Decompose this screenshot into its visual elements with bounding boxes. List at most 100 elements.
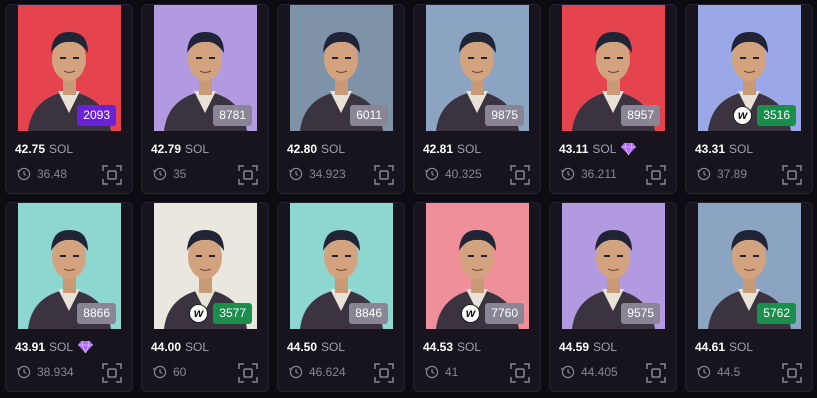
last-sale-icon xyxy=(289,365,303,379)
price: 44.00 SOL xyxy=(151,340,209,354)
price-currency: SOL xyxy=(592,142,617,156)
nft-card[interactable]: 8957 43.11 SOL 36.211 xyxy=(549,4,677,194)
nft-image[interactable]: 8846 xyxy=(290,203,393,329)
nft-card[interactable]: 8781 42.79 SOL 35 xyxy=(141,4,269,194)
nft-image[interactable]: 8957 xyxy=(562,5,665,131)
price: 43.11 SOL xyxy=(559,142,637,156)
token-number-badge: 8781 xyxy=(213,105,252,126)
last-sale: 36.48 xyxy=(17,167,67,181)
price-value: 42.79 xyxy=(151,142,182,156)
price-value: 42.81 xyxy=(423,142,454,156)
token-number-badge: 8846 xyxy=(349,303,388,324)
nft-card[interactable]: 8846 44.50 SOL 46.624 xyxy=(277,202,405,392)
last-sale: 37.89 xyxy=(697,167,747,181)
last-sale-icon xyxy=(425,167,439,181)
wallet-badge-icon: w xyxy=(733,106,752,125)
last-sale: 60 xyxy=(153,365,186,379)
token-number-badge: 5762 xyxy=(757,303,796,324)
last-sale-value: 36.48 xyxy=(37,167,68,181)
last-sale-value: 60 xyxy=(173,365,187,379)
nft-card[interactable]: 9575 44.59 SOL 44.405 xyxy=(549,202,677,392)
price-value: 44.50 xyxy=(287,340,318,354)
price: 42.80 SOL xyxy=(287,142,345,156)
scan-icon[interactable] xyxy=(646,165,666,185)
nft-card[interactable]: 9875 42.81 SOL 40.325 xyxy=(413,4,541,194)
nft-card[interactable]: w 7760 44.53 SOL 41 xyxy=(413,202,541,392)
price-currency: SOL xyxy=(321,340,346,354)
scan-icon[interactable] xyxy=(510,165,530,185)
last-sale-icon xyxy=(289,167,303,181)
last-sale-value: 34.923 xyxy=(309,167,346,181)
token-number-badge: 9575 xyxy=(621,303,660,324)
nft-image[interactable]: 8781 xyxy=(154,5,257,131)
last-sale: 46.624 xyxy=(289,365,346,379)
nft-image[interactable]: w 3516 xyxy=(698,5,801,131)
last-sale-value: 37.89 xyxy=(717,167,748,181)
price-currency: SOL xyxy=(457,340,482,354)
token-number-badge: 8957 xyxy=(621,105,660,126)
price-value: 42.80 xyxy=(287,142,318,156)
scan-icon[interactable] xyxy=(782,165,802,185)
price-value: 43.91 xyxy=(15,340,46,354)
nft-card[interactable]: 6011 42.80 SOL 34.923 xyxy=(277,4,405,194)
price-currency: SOL xyxy=(457,142,482,156)
nft-card[interactable]: 8866 43.91 SOL 38.934 xyxy=(5,202,133,392)
nft-image[interactable]: 6011 xyxy=(290,5,393,131)
last-sale: 44.5 xyxy=(697,365,740,379)
nft-card[interactable]: 5762 44.61 SOL 44.5 xyxy=(685,202,813,392)
price: 42.75 SOL xyxy=(15,142,73,156)
price-currency: SOL xyxy=(729,340,754,354)
price-value: 44.00 xyxy=(151,340,182,354)
price-currency: SOL xyxy=(593,340,618,354)
last-sale: 38.934 xyxy=(17,365,74,379)
last-sale-icon xyxy=(153,365,167,379)
price-value: 44.59 xyxy=(559,340,590,354)
nft-image[interactable]: 9575 xyxy=(562,203,665,329)
token-number-badge: 3577 xyxy=(213,303,252,324)
last-sale-icon xyxy=(697,167,711,181)
nft-image[interactable]: 9875 xyxy=(426,5,529,131)
nft-image[interactable]: 2093 xyxy=(18,5,121,131)
last-sale: 41 xyxy=(425,365,458,379)
scan-icon[interactable] xyxy=(646,363,666,383)
last-sale: 35 xyxy=(153,167,186,181)
nft-image[interactable]: w 7760 xyxy=(426,203,529,329)
token-number-badge: 6011 xyxy=(350,105,388,126)
scan-icon[interactable] xyxy=(102,363,122,383)
price-currency: SOL xyxy=(185,340,210,354)
price-currency: SOL xyxy=(49,340,74,354)
nft-card[interactable]: 2093 42.75 SOL 36.48 xyxy=(5,4,133,194)
last-sale-icon xyxy=(425,365,439,379)
nft-image[interactable]: 8866 xyxy=(18,203,121,329)
last-sale: 40.325 xyxy=(425,167,482,181)
scan-icon[interactable] xyxy=(374,363,394,383)
last-sale-icon xyxy=(561,365,575,379)
token-number-badge: 9875 xyxy=(485,105,524,126)
nft-image[interactable]: w 3577 xyxy=(154,203,257,329)
token-number-badge: 2093 xyxy=(77,105,116,126)
last-sale-value: 40.325 xyxy=(445,167,482,181)
scan-icon[interactable] xyxy=(238,363,258,383)
last-sale-value: 38.934 xyxy=(37,365,74,379)
scan-icon[interactable] xyxy=(102,165,122,185)
last-sale-value: 41 xyxy=(445,365,459,379)
last-sale-value: 36.211 xyxy=(581,167,617,181)
price-value: 43.11 xyxy=(559,142,589,156)
token-number-badge: 3516 xyxy=(757,105,796,126)
last-sale-icon xyxy=(697,365,711,379)
nft-image[interactable]: 5762 xyxy=(698,203,801,329)
price: 42.81 SOL xyxy=(423,142,481,156)
scan-icon[interactable] xyxy=(374,165,394,185)
last-sale: 44.405 xyxy=(561,365,618,379)
nft-card[interactable]: w 3577 44.00 SOL 60 xyxy=(141,202,269,392)
scan-icon[interactable] xyxy=(238,165,258,185)
scan-icon[interactable] xyxy=(510,363,530,383)
last-sale-icon xyxy=(17,365,31,379)
token-number-badge: 7760 xyxy=(485,303,524,324)
nft-card[interactable]: w 3516 43.31 SOL 37.89 xyxy=(685,4,813,194)
scan-icon[interactable] xyxy=(782,363,802,383)
price-value: 43.31 xyxy=(695,142,726,156)
price-value: 44.53 xyxy=(423,340,454,354)
diamond-icon xyxy=(621,143,637,155)
last-sale: 34.923 xyxy=(289,167,346,181)
